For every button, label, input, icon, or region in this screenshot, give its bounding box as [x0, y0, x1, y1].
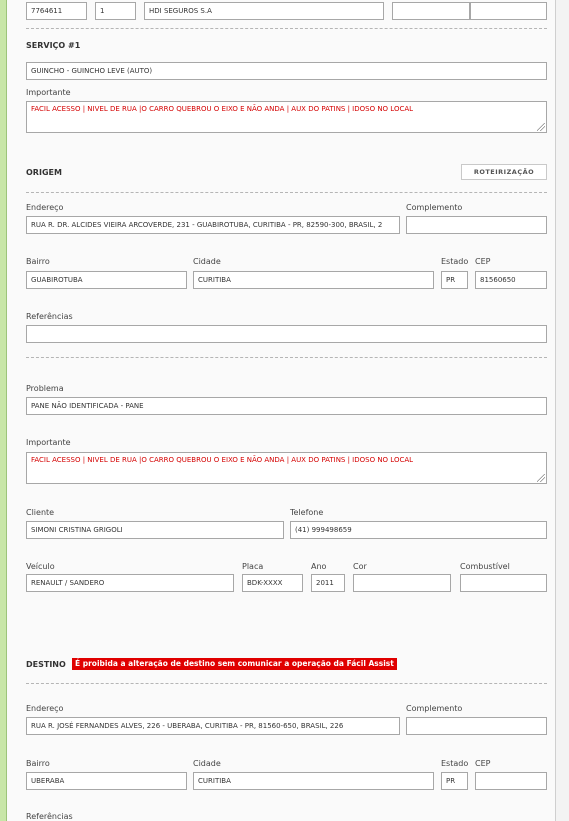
- problem-important-label: Importante: [26, 438, 71, 447]
- resize-grip-icon[interactable]: [537, 474, 545, 482]
- origin-neighborhood-field[interactable]: GUABIROTUBA: [26, 271, 187, 289]
- destination-neighborhood-label: Bairro: [26, 759, 50, 768]
- destination-city-label: Cidade: [193, 759, 221, 768]
- origin-heading: ORIGEM: [26, 168, 62, 177]
- origin-references-field[interactable]: [26, 325, 547, 343]
- origin-city-field[interactable]: CURITIBA: [193, 271, 434, 289]
- fuel-label: Combustível: [460, 562, 510, 571]
- divider: [26, 192, 547, 193]
- problem-field[interactable]: PANE NÃO IDENTIFICADA - PANE: [26, 397, 547, 415]
- origin-zip-label: CEP: [475, 257, 491, 266]
- vehicle-field[interactable]: RENAULT / SANDERO: [26, 574, 234, 592]
- origin-address-field[interactable]: RUA R. DR. ALCIDES VIEIRA ARCOVERDE, 231…: [26, 216, 400, 234]
- top-extra-field-2[interactable]: [470, 2, 547, 20]
- origin-address-label: Endereço: [26, 203, 64, 212]
- destination-neighborhood-field[interactable]: UBERABA: [26, 772, 187, 790]
- sequence-field[interactable]: 1: [95, 2, 136, 20]
- color-field[interactable]: [353, 574, 451, 592]
- origin-references-label: Referências: [26, 312, 73, 321]
- year-label: Ano: [311, 562, 327, 571]
- destination-references-label: Referências: [26, 812, 73, 821]
- destination-address-label: Endereço: [26, 704, 64, 713]
- phone-label: Telefone: [290, 508, 324, 517]
- protocol-field[interactable]: 7764611: [26, 2, 87, 20]
- fuel-field[interactable]: [460, 574, 547, 592]
- destination-warning-badge: É proibida a alteração de destino sem co…: [72, 658, 397, 670]
- client-label: Cliente: [26, 508, 55, 517]
- company-field[interactable]: HDI SEGUROS S.A: [144, 2, 384, 20]
- service-important-textarea[interactable]: FACIL ACESSO | NIVEL DE RUA |O CARRO QUE…: [26, 101, 547, 133]
- origin-state-label: Estado: [441, 257, 469, 266]
- year-field[interactable]: 2011: [311, 574, 345, 592]
- phone-field[interactable]: (41) 999498659: [290, 521, 547, 539]
- plate-label: Placa: [242, 562, 264, 571]
- destination-zip-field[interactable]: [475, 772, 547, 790]
- resize-grip-icon[interactable]: [537, 123, 545, 131]
- top-extra-field-1[interactable]: [392, 2, 470, 20]
- destination-state-label: Estado: [441, 759, 469, 768]
- divider: [26, 28, 547, 29]
- left-accent-bar: [0, 0, 7, 821]
- service-important-text: FACIL ACESSO | NIVEL DE RUA |O CARRO QUE…: [31, 105, 414, 113]
- destination-complement-field[interactable]: [406, 717, 547, 735]
- destination-heading: DESTINO: [26, 660, 66, 669]
- destination-state-field[interactable]: PR: [441, 772, 468, 790]
- service-type-field[interactable]: GUINCHO - GUINCHO LEVE (AUTO): [26, 62, 547, 80]
- divider: [26, 683, 547, 684]
- origin-neighborhood-label: Bairro: [26, 257, 50, 266]
- problem-important-text: FACIL ACESSO | NIVEL DE RUA |O CARRO QUE…: [31, 456, 414, 464]
- color-label: Cor: [353, 562, 367, 571]
- destination-complement-label: Complemento: [406, 704, 463, 713]
- problem-label: Problema: [26, 384, 64, 393]
- service-heading: SERVIÇO #1: [26, 41, 81, 50]
- origin-complement-field[interactable]: [406, 216, 547, 234]
- problem-important-textarea[interactable]: FACIL ACESSO | NIVEL DE RUA |O CARRO QUE…: [26, 452, 547, 484]
- routing-button[interactable]: ROTEIRIZAÇÃO: [461, 164, 547, 180]
- origin-state-field[interactable]: PR: [441, 271, 468, 289]
- destination-zip-label: CEP: [475, 759, 491, 768]
- divider: [26, 357, 547, 358]
- destination-city-field[interactable]: CURITIBA: [193, 772, 434, 790]
- service-important-label: Importante: [26, 88, 71, 97]
- origin-complement-label: Complemento: [406, 203, 463, 212]
- plate-field[interactable]: BDK-XXXX: [242, 574, 303, 592]
- right-gutter: [556, 0, 569, 821]
- origin-zip-field[interactable]: 81560650: [475, 271, 547, 289]
- destination-address-field[interactable]: RUA R. JOSÉ FERNANDES ALVES, 226 - UBERA…: [26, 717, 400, 735]
- client-field[interactable]: SIMONI CRISTINA GRIGOLI: [26, 521, 284, 539]
- origin-city-label: Cidade: [193, 257, 221, 266]
- vehicle-label: Veículo: [26, 562, 55, 571]
